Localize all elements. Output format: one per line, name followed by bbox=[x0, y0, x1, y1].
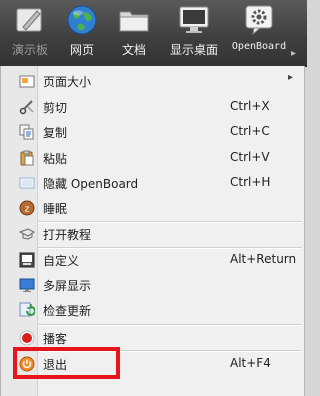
openboard-menu-label: OpenBoard bbox=[231, 41, 287, 52]
submenu-arrow-icon: ▸ bbox=[288, 72, 294, 83]
monitor-icon bbox=[179, 6, 209, 33]
hide-icon bbox=[19, 175, 35, 191]
documents-button-label: 文档 bbox=[121, 43, 146, 57]
menu-item-label: 隐藏 OpenBoard bbox=[43, 177, 139, 191]
sleep-icon: z bbox=[19, 200, 35, 216]
toolbar-more-arrow-icon[interactable]: ▸ bbox=[291, 48, 296, 59]
page-size-icon bbox=[19, 73, 35, 89]
menu-item-open-tutorial[interactable]: 打开教程 bbox=[1, 222, 304, 246]
folder-icon bbox=[119, 11, 149, 32]
menu-item-label: 自定义 bbox=[43, 254, 80, 268]
menu-item-shortcut: Ctrl+X bbox=[230, 99, 270, 113]
menu-item-page-size[interactable]: 页面大小 ▸ bbox=[1, 69, 304, 93]
menu-item-hide-openboard[interactable]: 隐藏 OpenBoard Ctrl+H bbox=[1, 171, 304, 195]
menu-item-shortcut: Ctrl+H bbox=[230, 175, 271, 189]
openboard-dropdown-menu: 页面大小 ▸ 剪切 Ctrl+X 复制 Ctrl+C 粘贴 Ctrl+V 隐藏 … bbox=[0, 66, 305, 396]
menu-item-shortcut: Ctrl+V bbox=[230, 150, 270, 164]
menu-item-label: 粘贴 bbox=[43, 152, 68, 166]
gear-bubble-icon bbox=[245, 5, 273, 36]
menu-item-label: 复制 bbox=[43, 126, 68, 140]
menu-item-shortcut: Ctrl+C bbox=[230, 124, 270, 138]
podcast-record-icon bbox=[19, 330, 35, 346]
menu-item-shortcut: Alt+F4 bbox=[230, 356, 271, 370]
board-button[interactable]: 演示板 bbox=[4, 3, 56, 63]
menu-item-check-updates[interactable]: 检查更新 bbox=[1, 298, 304, 322]
globe-icon bbox=[67, 5, 97, 35]
menu-item-customize[interactable]: 自定义 Alt+Return bbox=[1, 248, 304, 272]
cut-icon bbox=[19, 99, 35, 115]
svg-text:z: z bbox=[25, 205, 30, 215]
quit-highlight-box bbox=[13, 347, 120, 379]
menu-item-label: 页面大小 bbox=[43, 75, 92, 89]
web-button-label: 网页 bbox=[69, 43, 94, 57]
web-button[interactable]: 网页 bbox=[62, 3, 102, 63]
menu-item-label: 打开教程 bbox=[43, 228, 92, 242]
menu-item-label: 播客 bbox=[43, 332, 68, 346]
menu-item-multiscreen[interactable]: 多屏显示 bbox=[1, 273, 304, 297]
menu-item-label: 多屏显示 bbox=[43, 279, 92, 293]
copy-icon bbox=[19, 124, 35, 140]
menu-item-sleep[interactable]: z 睡眠 bbox=[1, 196, 304, 220]
menu-item-label: 剪切 bbox=[43, 101, 68, 115]
documents-button[interactable]: 文档 bbox=[114, 3, 154, 63]
update-icon bbox=[19, 302, 35, 318]
openboard-menu-button[interactable]: OpenBoard bbox=[228, 3, 290, 63]
board-button-label: 演示板 bbox=[11, 43, 48, 57]
menu-item-copy[interactable]: 复制 Ctrl+C bbox=[1, 120, 304, 144]
menu-item-cut[interactable]: 剪切 Ctrl+X bbox=[1, 95, 304, 119]
menu-item-label: 睡眠 bbox=[43, 202, 68, 216]
paste-icon bbox=[19, 150, 35, 166]
multiscreen-icon bbox=[19, 277, 35, 293]
board-pen-icon bbox=[16, 8, 42, 32]
tutorial-icon bbox=[19, 226, 35, 242]
show-desktop-button-label: 显示桌面 bbox=[169, 43, 218, 57]
show-desktop-button[interactable]: 显示桌面 bbox=[166, 3, 222, 63]
menu-item-label: 检查更新 bbox=[43, 304, 92, 318]
customize-icon bbox=[19, 252, 35, 268]
menu-item-shortcut: Alt+Return bbox=[230, 252, 297, 266]
menu-item-paste[interactable]: 粘贴 Ctrl+V bbox=[1, 146, 304, 170]
main-toolbar: 演示板 网页 文档 显示桌面 OpenBoard ▸ bbox=[0, 0, 307, 67]
